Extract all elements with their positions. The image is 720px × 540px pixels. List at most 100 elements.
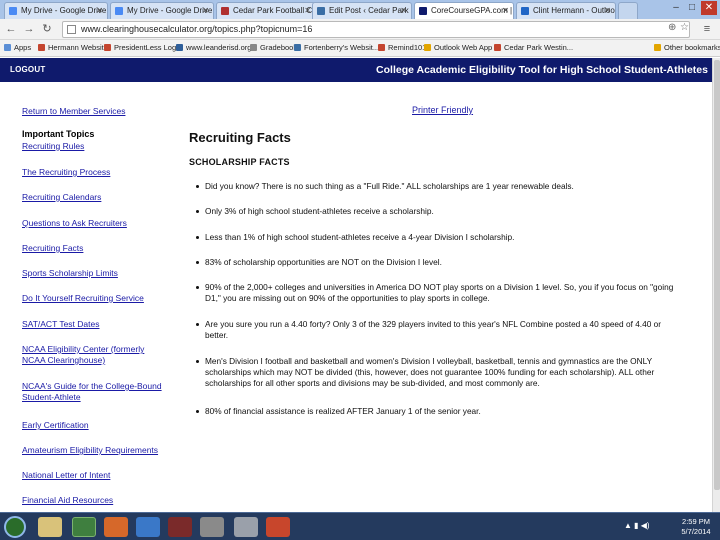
- bookmark-outlook-web-app[interactable]: Outlook Web App: [424, 40, 492, 56]
- bookmark-label: Outlook Web App: [434, 43, 493, 52]
- bookmark-fortenberry[interactable]: Fortenberry's Websit...: [294, 40, 379, 56]
- logout-link[interactable]: LOGOUT: [10, 65, 45, 74]
- zoom-icon[interactable]: ⊕: [668, 22, 676, 33]
- file-explorer-icon[interactable]: [38, 517, 62, 537]
- folder-icon: [654, 44, 661, 51]
- bookmark-icon: [104, 44, 111, 51]
- bookmark-label: Gradebook: [260, 43, 298, 52]
- close-icon[interactable]: ✕: [202, 3, 209, 18]
- bookmark-gradebook[interactable]: Gradebook: [250, 40, 297, 56]
- list-item: Men's Division I football and basketball…: [196, 356, 675, 389]
- system-tray-icons[interactable]: ▲ ▮ ◀): [624, 521, 650, 530]
- tab-google-drive-1[interactable]: My Drive - Google Drive ✕: [4, 2, 108, 19]
- bookmark-apps[interactable]: Apps: [4, 40, 31, 56]
- new-tab-button[interactable]: [618, 2, 638, 19]
- taskbar-clock[interactable]: 2:59 PM 5/7/2014: [676, 517, 716, 537]
- sidebar-item-recruiting-facts[interactable]: Recruiting Facts: [22, 243, 83, 254]
- tab-cedar-park-football[interactable]: Cedar Park Football Coach ✕: [216, 2, 316, 19]
- browser-tab-strip: My Drive - Google Drive ✕ My Drive - Goo…: [0, 0, 720, 19]
- menu-icon[interactable]: ≡: [700, 22, 714, 36]
- google-drive-icon: [115, 7, 123, 15]
- list-item: 90% of the 2,000+ colleges and universit…: [196, 282, 674, 303]
- list-item: Only 3% of high school student-athletes …: [196, 206, 675, 217]
- list-item: Did you know? There is no such thing as …: [196, 181, 675, 192]
- tab-outlook[interactable]: Clint Hermann - Outlook ✕: [516, 2, 616, 19]
- bookmark-icon: [38, 44, 45, 51]
- bookmark-icon: [378, 44, 385, 51]
- clock-date: 5/7/2014: [681, 527, 711, 536]
- section-heading: SCHOLARSHIP FACTS: [189, 157, 290, 167]
- bookmark-icon: [424, 44, 431, 51]
- bookmark-label: Remind101: [388, 43, 427, 52]
- sidebar-item-scholarship-limits[interactable]: Sports Scholarship Limits: [22, 268, 118, 279]
- minimize-icon[interactable]: –: [668, 1, 684, 15]
- maximize-icon[interactable]: □: [684, 1, 700, 15]
- close-icon[interactable]: ✕: [502, 3, 509, 18]
- sidebar-item-diy-recruiting[interactable]: Do It Yourself Recruiting Service: [22, 293, 144, 304]
- close-icon[interactable]: ✕: [304, 3, 311, 18]
- vertical-scrollbar[interactable]: [712, 58, 720, 512]
- bookmark-leanderisd[interactable]: www.leanderisd.org: [176, 40, 251, 56]
- tab-google-drive-2[interactable]: My Drive - Google Drive ✕: [110, 2, 214, 19]
- clock-time: 2:59 PM: [682, 517, 710, 526]
- media-app-icon[interactable]: [200, 517, 224, 537]
- internet-explorer-icon[interactable]: [136, 517, 160, 537]
- snipping-tool-icon[interactable]: [168, 517, 192, 537]
- sidebar-item-ncaa-guide[interactable]: NCAA's Guide for the College-Bound Stude…: [22, 381, 172, 403]
- bookmark-label: Fortenberry's Websit...: [304, 43, 380, 52]
- apps-icon: [4, 44, 11, 51]
- return-to-member-services-link[interactable]: Return to Member Services: [22, 106, 125, 117]
- sidebar-item-ncaa-eligibility-center[interactable]: NCAA Eligibility Center (formerly NCAA C…: [22, 344, 152, 366]
- reload-icon[interactable]: ↻: [40, 22, 54, 36]
- wordpress-icon: [317, 7, 325, 15]
- site-favicon-icon: [221, 7, 229, 15]
- sidebar-item-financial-aid[interactable]: Financial Aid Resources: [22, 495, 113, 506]
- sidebar-item-amateurism[interactable]: Amateurism Eligibility Requirements: [22, 445, 158, 456]
- windows-taskbar: ▲ ▮ ◀) 2:59 PM 5/7/2014: [0, 512, 720, 540]
- bookmark-icon: [176, 44, 183, 51]
- site-favicon-icon: [419, 7, 427, 15]
- powerpoint-icon[interactable]: [266, 517, 290, 537]
- tab-edit-post[interactable]: Edit Post ‹ Cedar Park Foo ✕: [312, 2, 412, 19]
- close-icon[interactable]: ✕: [400, 3, 407, 18]
- list-item: Less than 1% of high school student-athl…: [196, 232, 675, 243]
- firefox-icon[interactable]: [104, 517, 128, 537]
- outlook-icon: [521, 7, 529, 15]
- site-title: College Academic Eligibility Tool for Hi…: [376, 64, 708, 76]
- bookmark-label: Apps: [14, 43, 32, 52]
- sidebar-item-recruiting-rules[interactable]: Recruiting Rules: [22, 141, 84, 152]
- bookmark-hermann-website[interactable]: Hermann Website: [38, 40, 108, 56]
- printer-friendly-link[interactable]: Printer Friendly: [412, 105, 473, 115]
- bookmark-label: www.leanderisd.org: [186, 43, 252, 52]
- close-window-icon[interactable]: ✕: [701, 1, 717, 15]
- scrollbar-thumb[interactable]: [714, 60, 720, 490]
- windows-start-icon[interactable]: [4, 516, 26, 538]
- forward-arrow-icon[interactable]: →: [22, 22, 36, 36]
- bookmark-icon: [494, 44, 501, 51]
- app-icon[interactable]: [234, 517, 258, 537]
- important-topics-heading: Important Topics: [22, 129, 95, 139]
- back-arrow-icon[interactable]: ←: [4, 22, 18, 36]
- sidebar-item-recruiting-calendars[interactable]: Recruiting Calendars: [22, 192, 101, 203]
- bookmark-cedar-park-westin[interactable]: Cedar Park Westin...: [494, 40, 573, 56]
- sidebar-item-early-certification[interactable]: Early Certification: [22, 420, 89, 431]
- tab-label: My Drive - Google Drive: [127, 6, 213, 15]
- chrome-icon[interactable]: [72, 517, 96, 537]
- sidebar-item-questions-recruiters[interactable]: Questions to Ask Recruiters: [22, 218, 127, 229]
- list-item: 83% of scholarship opportunities are NOT…: [196, 257, 675, 268]
- star-icon[interactable]: ☆: [680, 22, 689, 33]
- google-drive-icon: [9, 7, 17, 15]
- address-bar[interactable]: www.clearinghousecalculator.org/topics.p…: [62, 21, 690, 38]
- close-icon[interactable]: ✕: [604, 3, 611, 18]
- bookmark-label: Other bookmarks: [664, 43, 720, 52]
- bookmark-label: Hermann Website: [48, 43, 108, 52]
- bookmark-presidentless-login[interactable]: PresidentLess Login: [104, 40, 182, 56]
- bookmark-other[interactable]: Other bookmarks: [654, 40, 720, 56]
- sidebar-item-sat-act-dates[interactable]: SAT/ACT Test Dates: [22, 319, 99, 330]
- close-icon[interactable]: ✕: [96, 3, 103, 18]
- tab-corecoursegpa[interactable]: CoreCourseGPA.com | for ✕: [414, 2, 514, 19]
- sidebar-item-national-letter-intent[interactable]: National Letter of Intent: [22, 470, 110, 481]
- url-text: www.clearinghousecalculator.org/topics.p…: [81, 24, 313, 34]
- sidebar-item-recruiting-process[interactable]: The Recruiting Process: [22, 167, 110, 178]
- bookmark-remind101[interactable]: Remind101: [378, 40, 426, 56]
